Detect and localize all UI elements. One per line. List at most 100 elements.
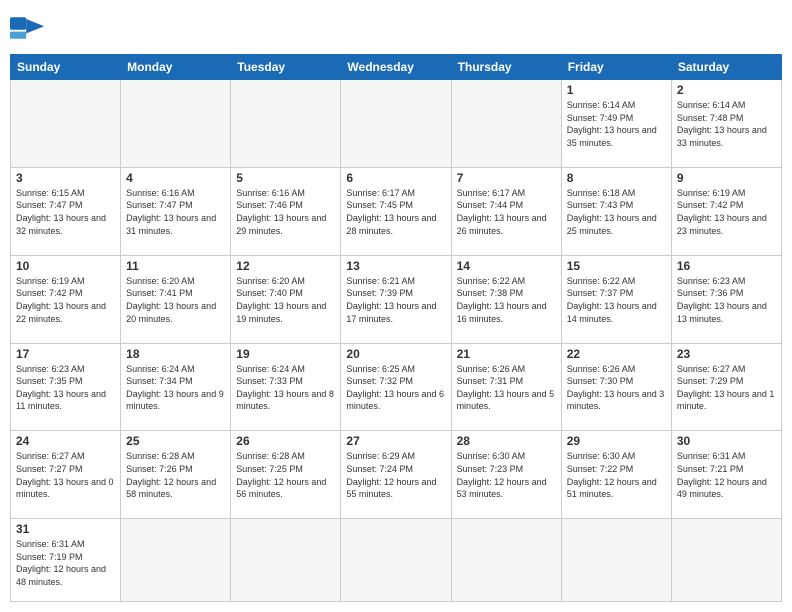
day-number: 21 xyxy=(457,347,556,361)
day-number: 27 xyxy=(346,434,445,448)
calendar-cell: 27 Sunrise: 6:29 AM Sunset: 7:24 PM Dayli… xyxy=(341,431,451,519)
calendar-cell: 6Sunrise: 6:17 AM Sunset: 7:45 PM Daylig… xyxy=(341,167,451,255)
calendar-cell: 19 Sunrise: 6:24 AM Sunset: 7:33 PM Dayli… xyxy=(231,343,341,431)
day-info: Sunrise: 6:28 AM Sunset: 7:26 PM Dayligh… xyxy=(126,450,225,500)
day-info: Sunrise: 6:15 AM Sunset: 7:47 PM Dayligh… xyxy=(16,187,115,237)
day-number: 24 xyxy=(16,434,115,448)
day-number: 6 xyxy=(346,171,445,185)
day-number: 29 xyxy=(567,434,666,448)
calendar-cell: 5 Sunrise: 6:16 AM Sunset: 7:46 PM Daylig… xyxy=(231,167,341,255)
weekday-header: Wednesday xyxy=(341,55,451,80)
calendar-cell: 21 Sunrise: 6:26 AM Sunset: 7:31 PM Dayli… xyxy=(451,343,561,431)
day-number: 4 xyxy=(126,171,225,185)
day-info: Sunrise: 6:19 AM Sunset: 7:42 PM Dayligh… xyxy=(677,187,776,237)
day-info: Sunrise: 6:18 AM Sunset: 7:43 PM Dayligh… xyxy=(567,187,666,237)
day-number: 14 xyxy=(457,259,556,273)
day-number: 30 xyxy=(677,434,776,448)
calendar-cell: 23 Sunrise: 6:27 AM Sunset: 7:29 PM Dayli… xyxy=(671,343,781,431)
day-info: Sunrise: 6:30 AM Sunset: 7:22 PM Dayligh… xyxy=(567,450,666,500)
day-number: 7 xyxy=(457,171,556,185)
calendar-cell xyxy=(341,519,451,602)
day-number: 5 xyxy=(236,171,335,185)
weekday-header: Saturday xyxy=(671,55,781,80)
weekday-header: Monday xyxy=(121,55,231,80)
day-number: 25 xyxy=(126,434,225,448)
day-info: Sunrise: 6:24 AM Sunset: 7:33 PM Dayligh… xyxy=(236,363,335,413)
day-info: Sunrise: 6:21 AM Sunset: 7:39 PM Dayligh… xyxy=(346,275,445,325)
day-info: Sunrise: 6:16 AM Sunset: 7:46 PM Dayligh… xyxy=(236,187,335,237)
day-number: 20 xyxy=(346,347,445,361)
day-number: 2 xyxy=(677,83,776,97)
day-info: Sunrise: 6:16 AM Sunset: 7:47 PM Dayligh… xyxy=(126,187,225,237)
calendar-cell: 8 Sunrise: 6:18 AM Sunset: 7:43 PM Daylig… xyxy=(561,167,671,255)
day-info: Sunrise: 6:27 AM Sunset: 7:29 PM Dayligh… xyxy=(677,363,776,413)
calendar-cell: 31Sunrise: 6:31 AM Sunset: 7:19 PM Dayli… xyxy=(11,519,121,602)
calendar-cell: 20 Sunrise: 6:25 AM Sunset: 7:32 PM Dayli… xyxy=(341,343,451,431)
day-info: Sunrise: 6:28 AM Sunset: 7:25 PM Dayligh… xyxy=(236,450,335,500)
day-info: Sunrise: 6:20 AM Sunset: 7:41 PM Dayligh… xyxy=(126,275,225,325)
day-info: Sunrise: 6:22 AM Sunset: 7:37 PM Dayligh… xyxy=(567,275,666,325)
day-number: 26 xyxy=(236,434,335,448)
day-info: Sunrise: 6:25 AM Sunset: 7:32 PM Dayligh… xyxy=(346,363,445,413)
calendar-cell: 3 Sunrise: 6:15 AM Sunset: 7:47 PM Daylig… xyxy=(11,167,121,255)
day-info: Sunrise: 6:14 AM Sunset: 7:48 PM Dayligh… xyxy=(677,99,776,149)
calendar-cell: 22 Sunrise: 6:26 AM Sunset: 7:30 PM Dayli… xyxy=(561,343,671,431)
day-info: Sunrise: 6:26 AM Sunset: 7:30 PM Dayligh… xyxy=(567,363,666,413)
logo-icon xyxy=(10,10,46,46)
calendar-cell xyxy=(671,519,781,602)
calendar-cell xyxy=(231,80,341,168)
day-info: Sunrise: 6:17 AM Sunset: 7:44 PM Dayligh… xyxy=(457,187,556,237)
calendar-table: SundayMondayTuesdayWednesdayThursdayFrid… xyxy=(10,54,782,602)
calendar-cell: 9 Sunrise: 6:19 AM Sunset: 7:42 PM Daylig… xyxy=(671,167,781,255)
day-number: 13 xyxy=(346,259,445,273)
day-info: Sunrise: 6:14 AM Sunset: 7:49 PM Dayligh… xyxy=(567,99,666,149)
calendar-cell: 11 Sunrise: 6:20 AM Sunset: 7:41 PM Dayli… xyxy=(121,255,231,343)
calendar-cell: 1 Sunrise: 6:14 AM Sunset: 7:49 PM Daylig… xyxy=(561,80,671,168)
day-info: Sunrise: 6:26 AM Sunset: 7:31 PM Dayligh… xyxy=(457,363,556,413)
calendar-cell xyxy=(451,80,561,168)
calendar-cell: 24 Sunrise: 6:27 AM Sunset: 7:27 PM Dayli… xyxy=(11,431,121,519)
calendar-cell xyxy=(231,519,341,602)
day-number: 31 xyxy=(16,522,115,536)
calendar-cell: 17Sunrise: 6:23 AM Sunset: 7:35 PM Dayli… xyxy=(11,343,121,431)
calendar-cell xyxy=(121,519,231,602)
day-number: 12 xyxy=(236,259,335,273)
day-number: 8 xyxy=(567,171,666,185)
day-info: Sunrise: 6:19 AM Sunset: 7:42 PM Dayligh… xyxy=(16,275,115,325)
weekday-header: Thursday xyxy=(451,55,561,80)
calendar-cell: 2 Sunrise: 6:14 AM Sunset: 7:48 PM Daylig… xyxy=(671,80,781,168)
day-info: Sunrise: 6:30 AM Sunset: 7:23 PM Dayligh… xyxy=(457,450,556,500)
calendar-cell xyxy=(341,80,451,168)
day-number: 18 xyxy=(126,347,225,361)
calendar-cell: 28Sunrise: 6:30 AM Sunset: 7:23 PM Dayli… xyxy=(451,431,561,519)
day-number: 19 xyxy=(236,347,335,361)
calendar-cell: 15 Sunrise: 6:22 AM Sunset: 7:37 PM Dayli… xyxy=(561,255,671,343)
day-number: 3 xyxy=(16,171,115,185)
weekday-header: Friday xyxy=(561,55,671,80)
weekday-header: Sunday xyxy=(11,55,121,80)
calendar-cell xyxy=(561,519,671,602)
day-info: Sunrise: 6:29 AM Sunset: 7:24 PM Dayligh… xyxy=(346,450,445,500)
calendar-cell: 29 Sunrise: 6:30 AM Sunset: 7:22 PM Dayli… xyxy=(561,431,671,519)
day-number: 11 xyxy=(126,259,225,273)
logo xyxy=(10,10,50,46)
calendar-cell: 7 Sunrise: 6:17 AM Sunset: 7:44 PM Daylig… xyxy=(451,167,561,255)
calendar-cell xyxy=(11,80,121,168)
calendar-cell: 16Sunrise: 6:23 AM Sunset: 7:36 PM Dayli… xyxy=(671,255,781,343)
calendar-cell: 30 Sunrise: 6:31 AM Sunset: 7:21 PM Dayli… xyxy=(671,431,781,519)
day-info: Sunrise: 6:24 AM Sunset: 7:34 PM Dayligh… xyxy=(126,363,225,413)
day-number: 22 xyxy=(567,347,666,361)
day-info: Sunrise: 6:31 AM Sunset: 7:21 PM Dayligh… xyxy=(677,450,776,500)
calendar-cell: 18 Sunrise: 6:24 AM Sunset: 7:34 PM Dayli… xyxy=(121,343,231,431)
calendar-cell: 10 Sunrise: 6:19 AM Sunset: 7:42 PM Dayli… xyxy=(11,255,121,343)
day-number: 10 xyxy=(16,259,115,273)
day-number: 15 xyxy=(567,259,666,273)
day-number: 1 xyxy=(567,83,666,97)
day-info: Sunrise: 6:27 AM Sunset: 7:27 PM Dayligh… xyxy=(16,450,115,500)
day-info: Sunrise: 6:23 AM Sunset: 7:35 PM Dayligh… xyxy=(16,363,115,413)
calendar-cell: 14Sunrise: 6:22 AM Sunset: 7:38 PM Dayli… xyxy=(451,255,561,343)
calendar-cell: 4 Sunrise: 6:16 AM Sunset: 7:47 PM Daylig… xyxy=(121,167,231,255)
calendar-cell xyxy=(121,80,231,168)
day-number: 23 xyxy=(677,347,776,361)
day-number: 9 xyxy=(677,171,776,185)
